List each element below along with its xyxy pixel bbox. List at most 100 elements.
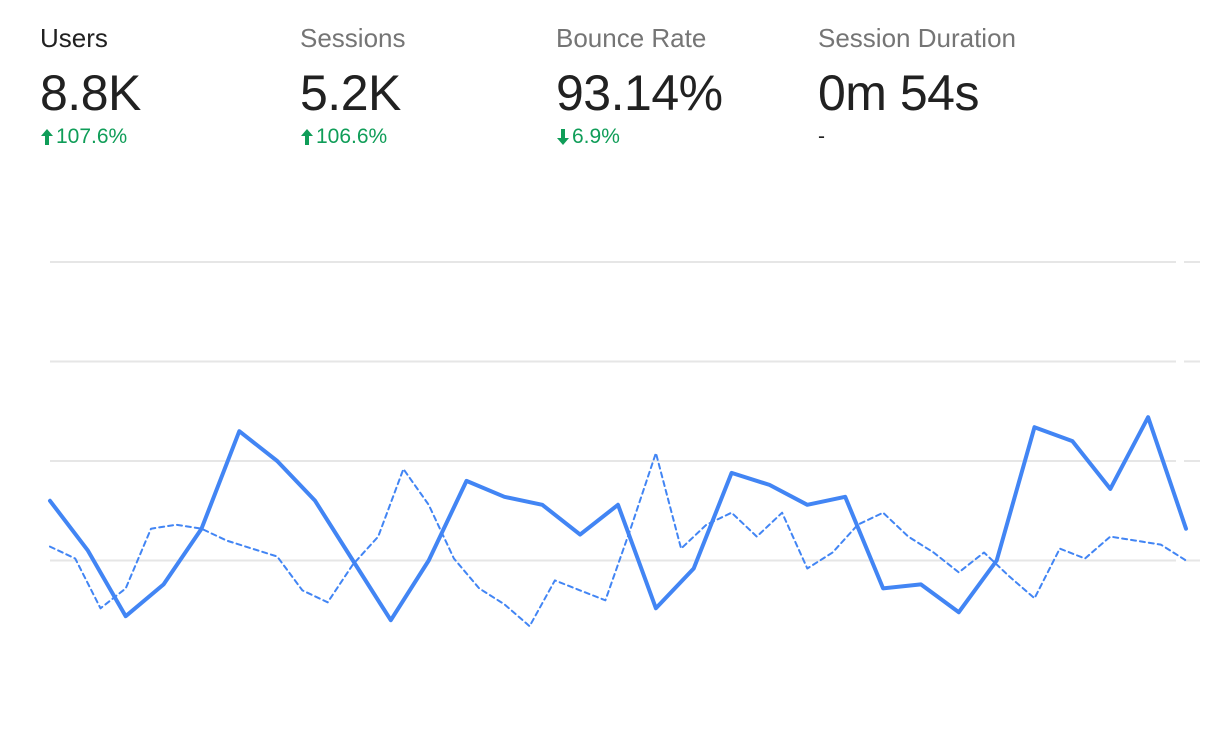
data-point [931,550,937,556]
metric-sessions[interactable]: Sessions 5.2K 106.6% [300,22,550,150]
data-point [602,597,608,603]
metric-change-value: - [818,125,825,148]
metric-session-duration[interactable]: Session Duration 0m 54s - [818,22,1068,150]
data-point [98,605,104,611]
data-point [527,623,533,629]
data-point [918,581,924,587]
data-point [123,613,129,619]
data-point [249,546,255,552]
data-point [1082,556,1088,562]
metric-change: 107.6% [40,124,290,150]
metric-change: - [818,124,1068,150]
data-point [47,498,53,504]
data-point [501,601,507,607]
data-point [628,526,634,532]
data-point [1006,573,1012,579]
data-point [729,470,735,476]
data-point [350,562,356,568]
metrics-row: Users 8.8K 107.6% Sessions 5.2K 106.6% B… [0,0,1206,200]
data-point [375,534,381,540]
data-point [767,482,773,488]
metric-title: Sessions [300,23,406,53]
data-point [426,558,432,564]
metric-change-value: 6.9% [572,125,620,148]
data-point [678,546,684,552]
metric-title: Users [40,23,108,53]
data-point [325,599,331,605]
data-point [1183,558,1189,564]
metric-change: 6.9% [556,124,806,150]
line-chart-svg [47,261,1200,629]
data-point [842,494,848,500]
data-point [199,526,205,532]
data-point [274,458,280,464]
metric-change: 106.6% [300,124,550,150]
data-point [1069,438,1075,444]
data-point [577,587,583,593]
data-point [956,569,962,575]
data-point [161,581,167,587]
data-point [855,522,861,528]
data-point [312,498,318,504]
data-point [880,510,886,516]
arrow-up-icon [41,129,53,145]
data-point [905,534,911,540]
data-point [830,550,836,556]
metric-value: 5.2K [300,65,401,121]
data-point [400,466,406,472]
data-point [426,502,432,508]
data-point [615,502,621,508]
data-point [274,554,280,560]
data-point [1107,486,1113,492]
data-point [123,585,129,591]
data-point [47,544,53,550]
data-point [148,526,154,532]
data-point [1183,526,1189,532]
data-point [994,558,1000,564]
data-point [754,534,760,540]
data-point [804,566,810,572]
metric-bounce-rate[interactable]: Bounce Rate 93.14% 6.9% [556,22,806,150]
metric-title: Bounce Rate [556,23,707,53]
data-point [779,510,785,516]
data-point [539,502,545,508]
data-point [299,587,305,593]
data-point [653,605,659,611]
data-point [388,617,394,623]
metric-change-value: 106.6% [316,125,388,148]
data-point [224,538,230,544]
data-point [1133,538,1139,544]
series-line-current [48,415,1188,623]
data-point [1145,414,1151,420]
data-point [451,556,457,562]
metric-users[interactable]: Users 8.8K 107.6% [40,22,290,150]
arrow-down-icon [557,129,569,145]
data-point [577,532,583,538]
data-point [1032,595,1038,601]
data-point [1107,534,1113,540]
data-point [653,450,659,456]
data-point [703,522,709,528]
data-point [173,522,179,528]
metric-title: Session Duration [818,23,1016,53]
data-point [880,585,886,591]
metric-value: 8.8K [40,65,141,121]
metric-value: 93.14% [556,65,723,121]
arrow-up-icon [301,129,313,145]
data-point [691,566,697,572]
data-point [85,548,91,554]
data-point [72,556,78,562]
data-point [552,577,558,583]
data-point [729,510,735,516]
line-chart [0,230,1206,752]
data-point [1158,542,1164,548]
metric-change-value: 107.6% [56,125,128,148]
data-point [956,609,962,615]
data-point [464,478,470,484]
data-point [476,585,482,591]
data-point [981,550,987,556]
metric-value: 0m 54s [818,65,979,121]
data-point [501,494,507,500]
data-point [1057,546,1063,552]
data-point [236,428,242,434]
